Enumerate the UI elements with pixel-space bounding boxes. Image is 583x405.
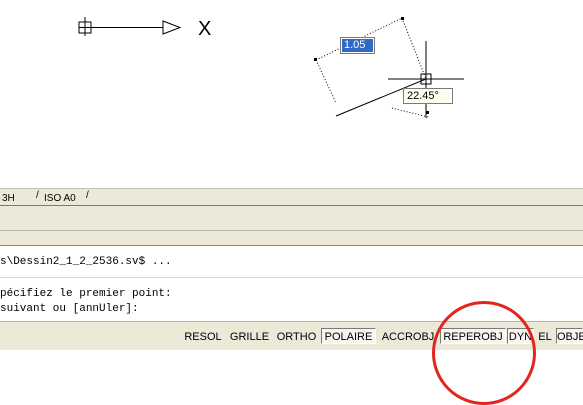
status-toggle-grille[interactable]: GRILLE xyxy=(226,328,273,344)
tab-layout-3h[interactable]: 3H xyxy=(2,193,15,205)
dynamic-distance-input[interactable]: 1.05 xyxy=(340,37,375,54)
toolbar-band xyxy=(0,211,583,245)
ucs-icon xyxy=(78,17,182,36)
crosshair-cursor xyxy=(388,41,464,118)
tab-layout-iso-a0[interactable]: ISO A0 xyxy=(44,193,76,205)
status-bar: RESOL GRILLE ORTHO POLAIRE ACCROBJ REPER… xyxy=(0,321,583,350)
command-window[interactable]: s\Dessin2_1_2_2536.sv$ ... pécifiez le p… xyxy=(0,245,583,322)
tab-label: ISO A0 xyxy=(44,193,76,204)
status-toggle-resol[interactable]: RESOL xyxy=(181,328,225,344)
ucs-x-label: X xyxy=(198,18,211,40)
drawing-svg: X xyxy=(78,17,464,118)
drawing-canvas[interactable]: X 1.05 22.45° xyxy=(0,0,583,188)
status-toggle-reperobj[interactable]: REPEROBJ xyxy=(440,328,506,344)
tab-divider: / xyxy=(36,190,39,201)
dynamic-distance-value: 1.05 xyxy=(342,39,373,52)
layout-tab-bar: 3H / ISO A0 / xyxy=(0,188,583,211)
command-divider xyxy=(0,277,583,278)
status-toggle-ortho[interactable]: ORTHO xyxy=(274,328,319,344)
status-toggle-dyn[interactable]: DYN xyxy=(507,328,534,344)
tab-divider: / xyxy=(86,190,89,201)
command-history-line: s\Dessin2_1_2_2536.sv$ ... xyxy=(0,256,172,268)
ucs-x-arrow xyxy=(162,20,182,35)
status-toggle-el[interactable]: EL xyxy=(535,328,555,344)
status-toggle-polaire[interactable]: POLAIRE xyxy=(321,328,376,344)
tab-label: 3H xyxy=(2,193,15,204)
command-history-line: pécifiez le premier point: xyxy=(0,288,172,300)
command-prompt-line[interactable]: suivant ou [annUler]: xyxy=(0,303,139,316)
status-toggle-objet[interactable]: OBJET xyxy=(556,328,583,344)
dynamic-angle-tooltip: 22.45° xyxy=(403,88,453,104)
status-toggle-accrobj[interactable]: ACCROBJ xyxy=(377,328,439,344)
